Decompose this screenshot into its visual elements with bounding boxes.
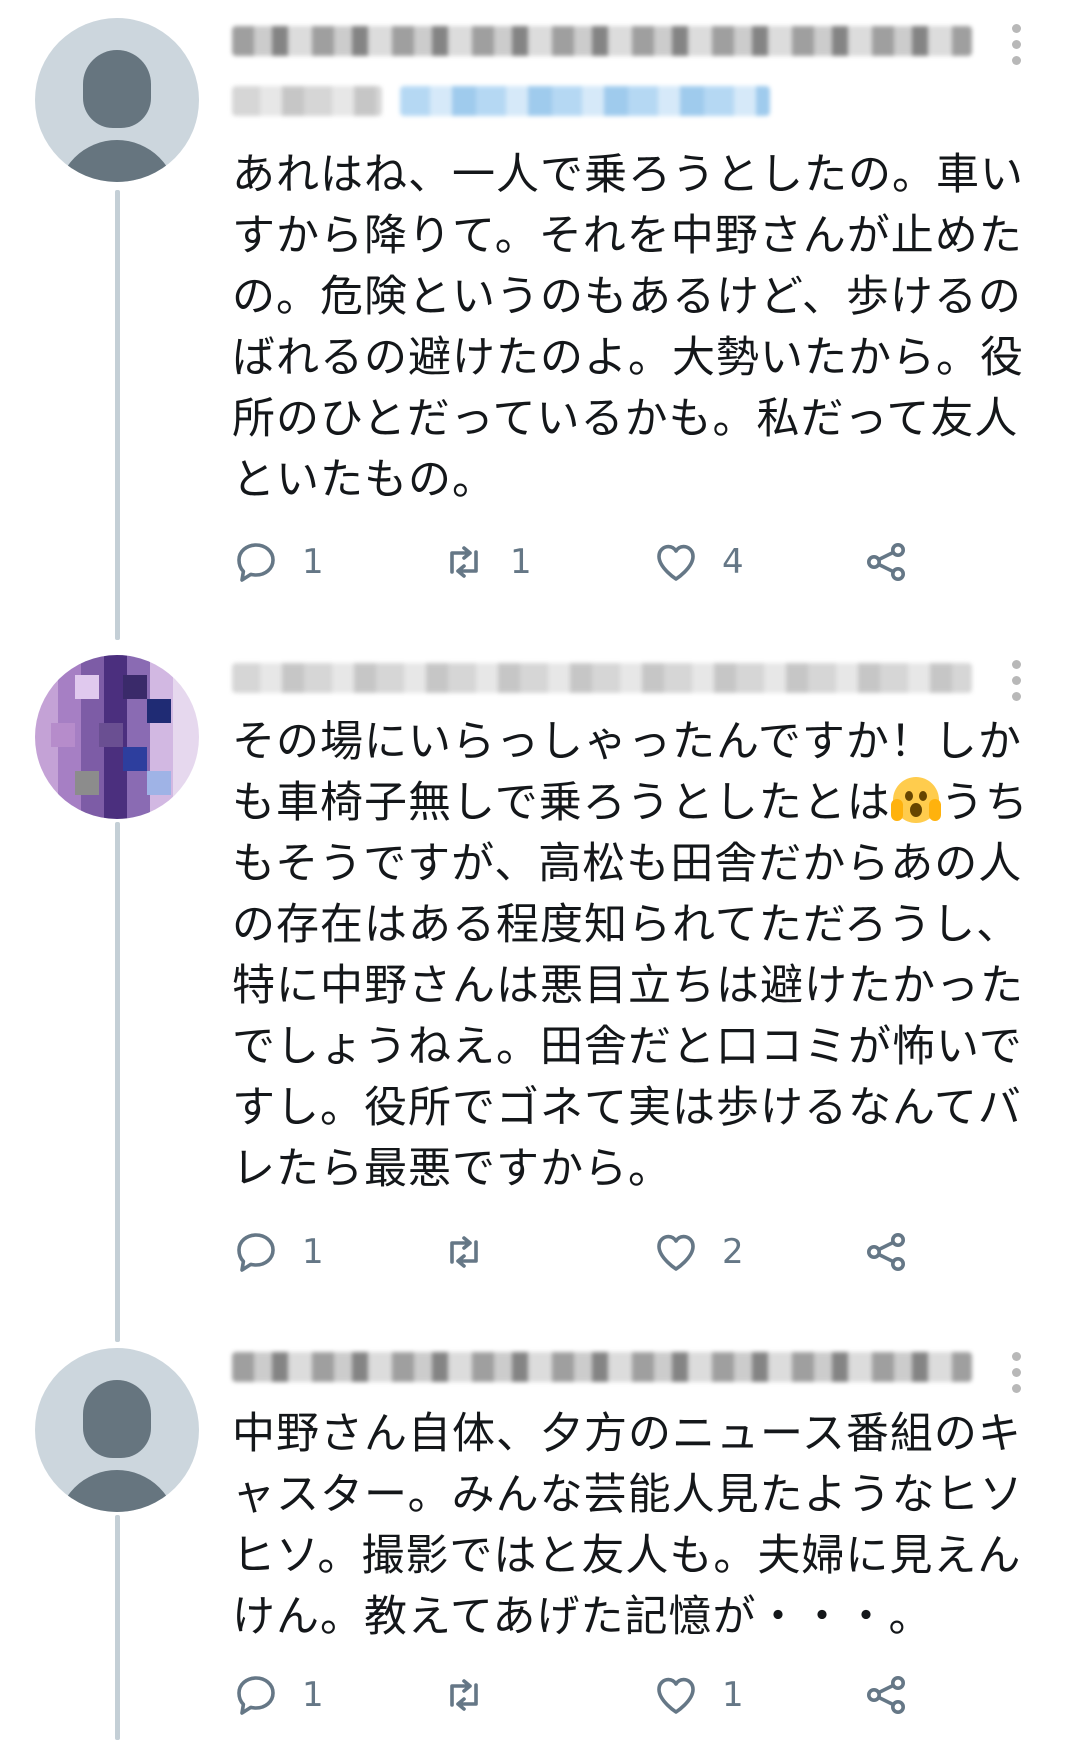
author-handle-redacted [232, 86, 382, 116]
like-count: 1 [722, 1675, 744, 1715]
more-icon[interactable] [1012, 1352, 1022, 1402]
tweet-text-part: うちもそうですが、高松も田舎だからあの人の存在はある程度知られてただろうし、特に… [232, 778, 1029, 1194]
share-icon [867, 1676, 905, 1714]
reply-button[interactable]: 1 [232, 1225, 324, 1279]
like-icon [657, 544, 695, 581]
thread-line [115, 1515, 120, 1740]
reply-icon [237, 543, 275, 582]
reply-count: 1 [302, 1232, 324, 1272]
reply-to-redacted[interactable] [400, 86, 770, 116]
like-button[interactable]: 4 [652, 535, 744, 589]
share-button[interactable] [862, 535, 910, 589]
author-name-redacted [232, 26, 972, 56]
more-icon[interactable] [1012, 24, 1022, 74]
author-name-redacted [232, 663, 972, 693]
avatar[interactable] [35, 18, 199, 182]
avatar[interactable] [35, 655, 199, 819]
retweet-button[interactable] [440, 1668, 510, 1722]
reply-icon [237, 1676, 275, 1715]
reply-count: 1 [302, 542, 324, 582]
thread-line [115, 190, 120, 640]
face-screaming-in-fear-icon [890, 777, 941, 823]
tweet-text: 中野さん自体、夕方のニュース番組のキャスター。みんな芸能人見たようなヒソヒソ。撮… [232, 1409, 1024, 1642]
avatar[interactable] [35, 1348, 199, 1512]
share-icon [867, 543, 905, 581]
like-count: 4 [722, 542, 744, 582]
reply-icon [237, 1233, 275, 1272]
more-icon[interactable] [1012, 660, 1022, 710]
share-button[interactable] [862, 1225, 910, 1279]
share-button[interactable] [862, 1668, 910, 1722]
reply-button[interactable]: 1 [232, 1668, 324, 1722]
like-button[interactable]: 2 [652, 1225, 744, 1279]
tweet-actions: 1 2 [232, 1225, 932, 1279]
like-button[interactable]: 1 [652, 1668, 744, 1722]
retweet-count: 1 [510, 542, 532, 582]
like-icon [657, 1234, 695, 1271]
tweet-text: その場にいらっしゃったんですか！しかも車椅子無しで乗ろうとしたとは うちもそうです… [232, 712, 1042, 1200]
retweet-icon [450, 546, 478, 578]
tweet-actions: 1 1 4 [232, 535, 932, 589]
retweet-icon [450, 1679, 478, 1711]
reply-count: 1 [302, 1675, 324, 1715]
tweet-actions: 1 1 [232, 1668, 932, 1722]
thread-line [115, 822, 120, 1342]
retweet-button[interactable]: 1 [440, 535, 532, 589]
like-icon [657, 1677, 695, 1714]
retweet-icon [450, 1236, 478, 1268]
like-count: 2 [722, 1232, 744, 1272]
share-icon [867, 1233, 905, 1271]
reply-button[interactable]: 1 [232, 535, 324, 589]
tweet-text: あれはね、一人で乗ろうとしたの。車いすから降りて。それを中野さんが止めたの。危険… [232, 150, 1024, 505]
retweet-button[interactable] [440, 1225, 510, 1279]
author-name-redacted [232, 1352, 972, 1382]
